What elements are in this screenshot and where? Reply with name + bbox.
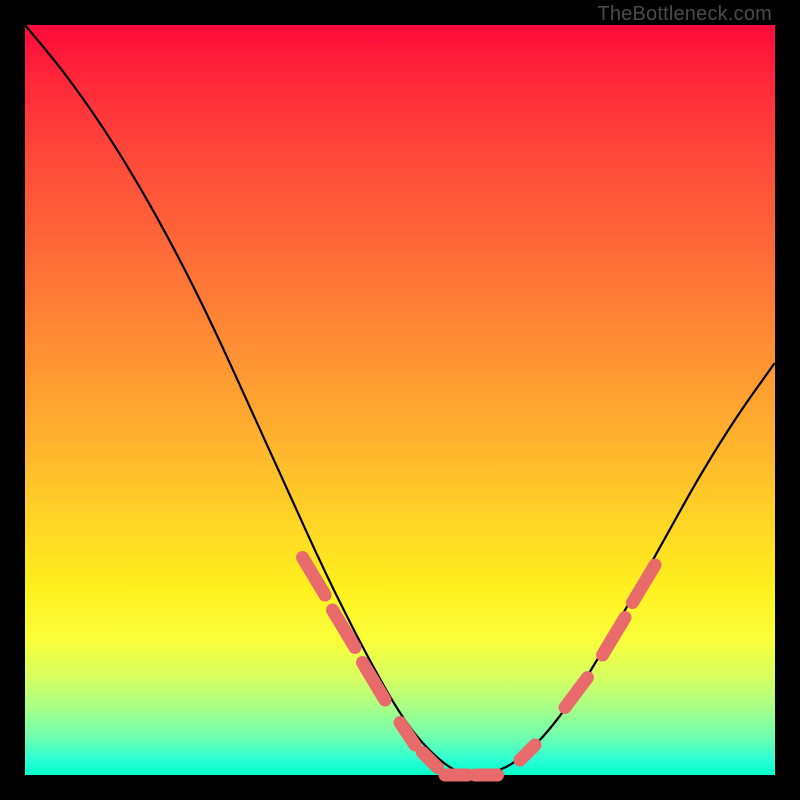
chart-plot-area: [25, 25, 775, 775]
chart-frame: TheBottleneck.com: [0, 0, 800, 800]
highlight-dash: [565, 678, 588, 708]
chart-svg: [25, 25, 775, 775]
highlight-dash: [603, 618, 626, 656]
attribution-text: TheBottleneck.com: [597, 3, 772, 26]
highlight-dash: [633, 565, 656, 603]
highlight-dash: [520, 745, 535, 760]
highlight-dashes: [303, 558, 656, 776]
highlight-dash: [333, 610, 356, 648]
bottleneck-curve: [25, 25, 775, 775]
highlight-dash: [400, 723, 415, 746]
